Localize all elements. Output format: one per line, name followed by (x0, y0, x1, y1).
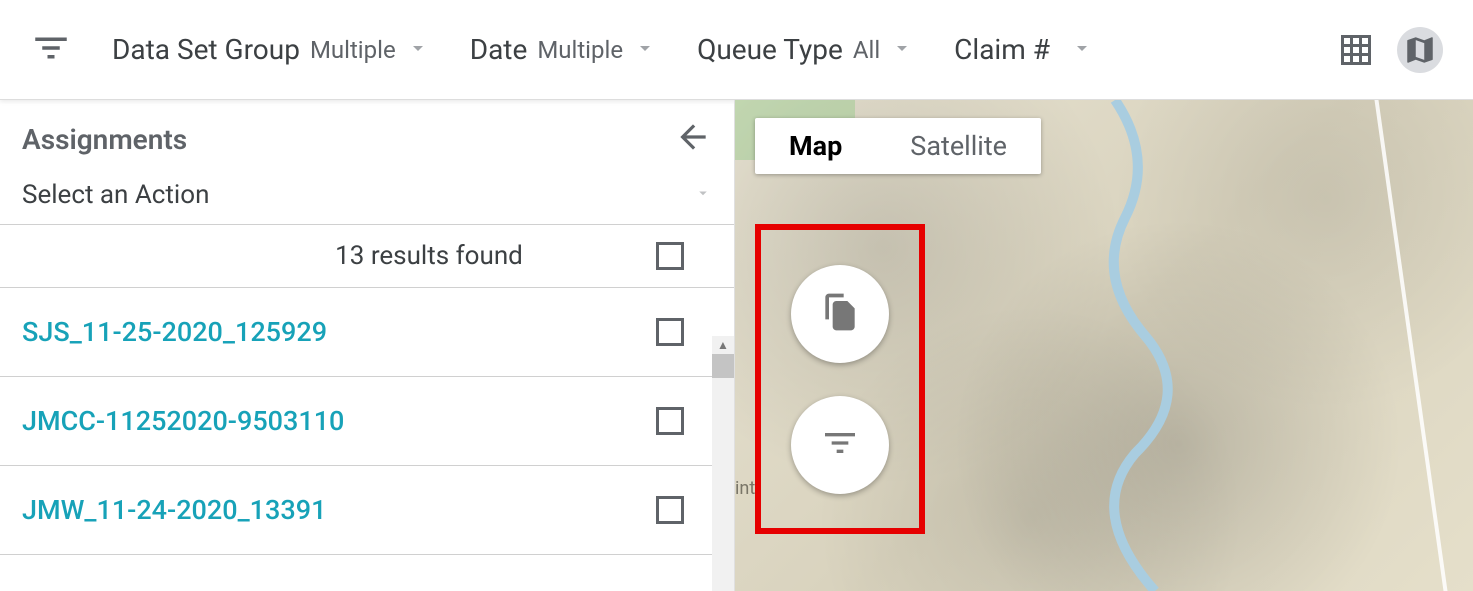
filter-tool-button[interactable] (791, 396, 889, 494)
main-content: Assignments Select an Action 13 results … (0, 100, 1473, 591)
map-panel[interactable]: Map Satellite int (735, 100, 1473, 591)
chevron-down-icon (890, 36, 914, 64)
row-checkbox[interactable] (656, 407, 684, 435)
action-select-label: Select an Action (22, 180, 209, 210)
map-label: int (735, 478, 755, 499)
assignment-link[interactable]: SJS_11-25-2020_125929 (22, 316, 656, 348)
scrollbar[interactable]: ▲ (712, 336, 734, 591)
documents-tool-button[interactable] (791, 265, 889, 363)
filter-icon (820, 423, 860, 467)
results-count: 13 results found (22, 241, 656, 271)
map-river (1075, 100, 1255, 591)
collapse-arrow-icon[interactable] (674, 118, 712, 160)
filter-label: Date (470, 33, 528, 66)
filter-value: Multiple (537, 36, 623, 64)
chevron-down-icon (1070, 36, 1094, 64)
results-header-row: 13 results found (0, 225, 734, 288)
map-type-toggle: Map Satellite (755, 118, 1041, 174)
filter-label: Claim # (954, 33, 1050, 66)
assignment-row[interactable]: JMW_11-24-2020_13391 (0, 466, 734, 555)
filter-data-set-group[interactable]: Data Set Group Multiple (112, 33, 430, 66)
map-view-button[interactable] (1397, 27, 1443, 73)
map-tab[interactable]: Map (755, 118, 876, 174)
action-select[interactable]: Select an Action (0, 172, 734, 225)
panel-header: Assignments (0, 100, 734, 172)
filter-date[interactable]: Date Multiple (470, 33, 657, 66)
scrollbar-thumb[interactable] (712, 354, 734, 378)
assignment-link[interactable]: JMCC-11252020-9503110 (22, 405, 656, 437)
filter-toolbar: Data Set Group Multiple Date Multiple Qu… (0, 0, 1473, 100)
filter-label: Queue Type (697, 33, 843, 66)
filter-claim-number[interactable]: Claim # (954, 33, 1094, 66)
panel-title: Assignments (22, 123, 187, 156)
documents-icon (818, 290, 862, 338)
assignments-panel: Assignments Select an Action 13 results … (0, 100, 735, 591)
select-all-checkbox[interactable] (656, 242, 684, 270)
filter-value: Multiple (310, 36, 396, 64)
assignment-row[interactable]: SJS_11-25-2020_125929 (0, 288, 734, 377)
filter-queue-type[interactable]: Queue Type All (697, 33, 914, 66)
grid-view-button[interactable] (1333, 27, 1379, 73)
assignment-link[interactable]: JMW_11-24-2020_13391 (22, 494, 656, 526)
filter-icon[interactable] (30, 27, 72, 73)
chevron-down-icon (406, 36, 430, 64)
scroll-up-icon[interactable]: ▲ (712, 336, 734, 354)
chevron-down-icon (694, 184, 712, 206)
chevron-down-icon (633, 36, 657, 64)
assignment-row[interactable]: JMCC-11252020-9503110 (0, 377, 734, 466)
filter-label: Data Set Group (112, 33, 300, 66)
satellite-tab[interactable]: Satellite (876, 118, 1041, 174)
row-checkbox[interactable] (656, 318, 684, 346)
tools-highlight-box (755, 224, 925, 534)
row-checkbox[interactable] (656, 496, 684, 524)
filter-value: All (853, 36, 880, 64)
view-toggle (1333, 27, 1443, 73)
